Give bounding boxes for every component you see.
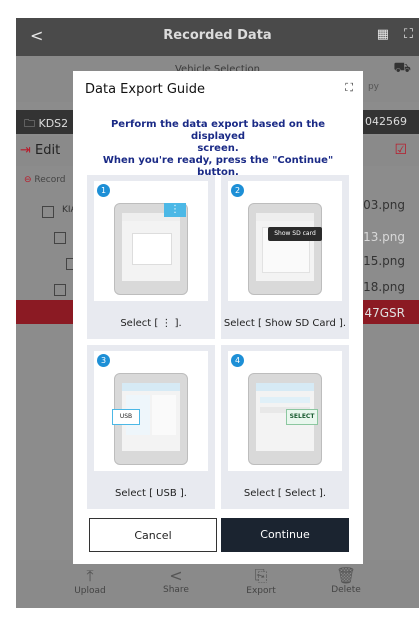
select-all-checkbox[interactable]: ☑ (394, 142, 407, 158)
step-number-badge: 1 (97, 184, 110, 197)
row-checkbox[interactable] (54, 232, 66, 244)
dialog-instructions: Perform the data export based on the dis… (102, 119, 334, 178)
folder-icon: 🗀 (24, 117, 35, 130)
step-caption: Select [ USB ]. (115, 488, 187, 499)
kia-checkbox[interactable] (42, 206, 54, 218)
step-card-4: SELECT 4 Select [ Select ]. (221, 345, 349, 509)
continue-button[interactable]: Continue (221, 518, 349, 552)
step-illustration: Show SD card (228, 181, 342, 301)
vehicle-id-right: 042569 (365, 115, 407, 128)
step-popup: Show SD card (268, 227, 322, 241)
copy-label: py (367, 82, 379, 92)
upload-button[interactable]: ⤒ Upload (60, 566, 120, 596)
delete-button[interactable]: 🗑 Delete (316, 566, 376, 595)
page-title: Recorded Data (163, 28, 272, 43)
share-button[interactable]: < Share (146, 566, 206, 595)
step-caption: Select [ Show SD Card ]. (223, 318, 347, 329)
step-illustration: SELECT (228, 351, 342, 471)
upload-icon: ⤒ (86, 566, 94, 585)
cancel-button[interactable]: Cancel (89, 518, 217, 552)
trash-icon: 🗑 (335, 566, 357, 585)
edit-button[interactable]: ⇥ Edit (20, 143, 60, 158)
file-name[interactable]: 47GSR (364, 306, 405, 320)
step-caption: Select [ Select ]. (243, 488, 327, 499)
tablet-illustration (248, 203, 322, 295)
step-number-badge: 4 (231, 354, 244, 367)
calendar-icon[interactable]: ▦ (377, 27, 389, 42)
step-card-3: USB 3 Select [ USB ]. (87, 345, 215, 509)
step-illustration: USB (94, 351, 208, 471)
step-number-badge: 3 (97, 354, 110, 367)
step-illustration: ⋮ (94, 181, 208, 301)
step-caption: Select [ ⋮ ]. (120, 318, 182, 329)
expand-icon[interactable]: ⛶ (404, 27, 413, 42)
share-icon: < (169, 566, 183, 585)
dialog-title: Data Export Guide (85, 82, 206, 97)
row-checkbox[interactable] (54, 284, 66, 296)
top-bar: < Recorded Data ▦ ⛶ (16, 18, 419, 56)
step-popup: USB (112, 409, 140, 425)
step-popup: SELECT (286, 409, 318, 425)
vehicle-id-left: 🗀 KDS2 (24, 117, 69, 130)
step-card-2: Show SD card 2 Select [ Show SD Card ]. (221, 175, 349, 339)
bottom-toolbar: ⤒ Upload < Share ⎘ Export 🗑 Delete (16, 560, 419, 608)
more-menu-icon: ⋮ (164, 203, 186, 217)
car-icon[interactable]: ⛟ (393, 60, 411, 78)
step-card-1: ⋮ 1 Select [ ⋮ ]. (87, 175, 215, 339)
fullscreen-icon[interactable]: ⛶ (345, 81, 353, 95)
record-group[interactable]: ⊖ Record (24, 175, 66, 185)
export-icon: ⎘ (254, 566, 268, 585)
export-button[interactable]: ⎘ Export (231, 566, 291, 596)
step-number-badge: 2 (231, 184, 244, 197)
export-guide-dialog: Data Export Guide ⛶ Perform the data exp… (73, 71, 363, 564)
